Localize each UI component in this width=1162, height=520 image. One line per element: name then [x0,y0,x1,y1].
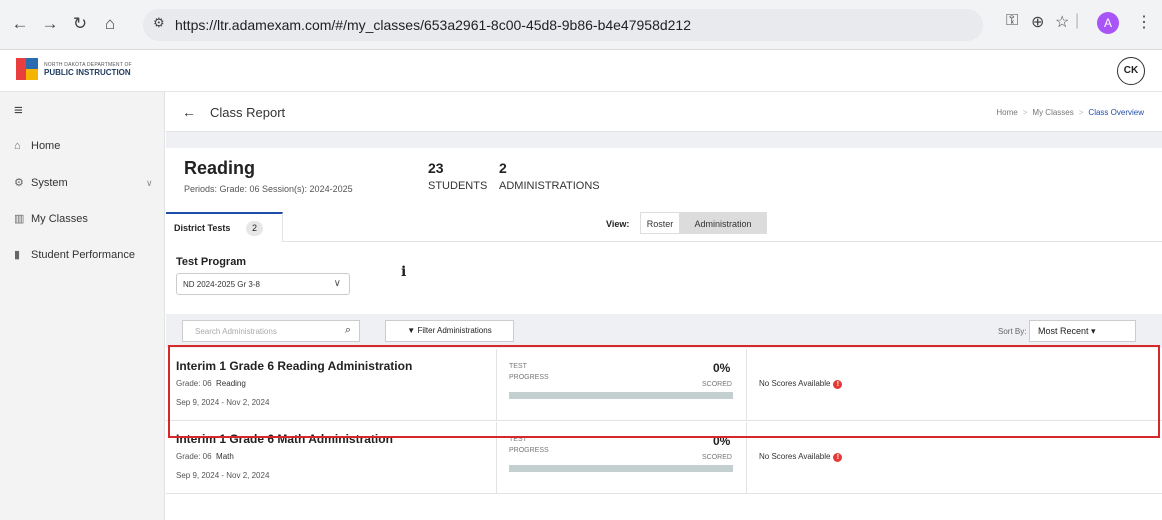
tab-count-badge: 2 [246,221,263,236]
logo-icon [16,58,38,80]
back-arrow-icon[interactable]: ← [8,12,32,36]
progress-bar [509,392,733,399]
url-text[interactable]: https://ltr.adamexam.com/#/my_classes/65… [175,17,691,33]
scored-percent: 0% [713,434,731,448]
administration-dates: Sep 9, 2024 - Nov 2, 2024 [176,398,270,407]
administrations-label: ADMINISTRATIONS [499,180,600,192]
tab-district-tests[interactable]: District Tests 2 [166,212,283,242]
chevron-down-icon: ∨ [333,278,341,289]
no-scores-status: No Scores Available! [759,452,843,462]
toolbar-divider: | [1075,12,1080,29]
warning-icon: ! [833,453,843,462]
forward-arrow-icon[interactable]: → [38,12,62,36]
more-menu-icon[interactable]: ⋮ [1136,12,1152,32]
page-title: Class Report [210,105,286,120]
back-arrow-icon[interactable]: ← [182,104,196,120]
home-icon: ⌂ [14,140,21,152]
home-icon[interactable]: ⌂ [98,12,122,36]
user-avatar[interactable]: CK [1117,57,1145,85]
profile-avatar[interactable]: A [1097,12,1119,34]
scored-percent: 0% [713,361,731,375]
info-icon[interactable]: i [401,264,406,280]
no-scores-status: No Scores Available! [759,379,843,389]
view-roster-button[interactable]: Roster [640,212,680,234]
students-label: STUDENTS [428,180,488,192]
site-settings-icon[interactable]: ⚙ [153,15,165,31]
students-count: 23 [428,160,444,176]
test-program-value: ND 2024-2025 Gr 3-8 [183,280,260,289]
scored-label: SCORED [702,454,732,461]
administration-row[interactable]: Interim 1 Grade 6 Math Administration Gr… [166,422,1162,494]
bar-chart-icon: ▮ [14,249,21,261]
app-header: NORTH DAKOTA DEPARTMENT OF PUBLIC INSTRU… [0,50,1162,92]
tab-label: District Tests [174,223,231,233]
administration-grade: Grade: 06 Math [176,452,234,461]
breadcrumb-class-overview: Class Overview [1088,108,1144,117]
chevron-down-icon[interactable]: ∨ [146,178,153,189]
warning-icon: ! [833,380,843,389]
reload-icon[interactable]: ↻ [68,12,92,36]
class-meta: Periods: Grade: 06 Session(s): 2024-2025 [184,184,353,194]
search-icon[interactable]: ⌕ [345,324,351,337]
class-name: Reading [184,158,256,178]
address-bar[interactable]: ⚙ https://ltr.adamexam.com/#/my_classes/… [143,9,983,41]
test-program-label: Test Program [176,256,247,268]
breadcrumb-my-classes[interactable]: My Classes [1032,108,1073,117]
page-header: ← Class Report Home > My Classes > Class Ove… [166,92,1162,132]
sidebar-item-system[interactable]: ⚙ System [14,176,68,189]
view-administration-button[interactable]: Administration [679,212,767,234]
classes-icon: ▥ [14,213,25,225]
administrations-count: 2 [499,160,507,176]
class-panel: Reading Periods: Grade: 06 Session(s): 2… [166,148,1162,520]
bookmark-star-icon[interactable]: ☆ [1055,12,1069,32]
progress-bar [509,465,733,472]
main-content: ← Class Report Home > My Classes > Class Ove… [166,92,1162,520]
password-key-icon[interactable]: ⚿ [1006,12,1018,30]
sort-label: Sort By: [998,327,1027,336]
administration-row[interactable]: Interim 1 Grade 6 Reading Administration… [166,349,1162,421]
scored-label: SCORED [702,381,732,388]
sidebar-item-my-classes[interactable]: ▥ My Classes [14,212,88,225]
zoom-icon[interactable]: ⊕ [1031,12,1044,32]
sort-dropdown[interactable]: Most Recent ▾ [1029,320,1136,342]
browser-toolbar: ← → ↻ ⌂ ⚙ https://ltr.adamexam.com/#/my_… [0,0,1162,50]
sidebar-item-home[interactable]: ⌂ Home [14,140,60,152]
breadcrumb: Home > My Classes > Class Overview [996,108,1144,117]
filter-icon: ▼ [407,326,416,335]
filter-administrations-button[interactable]: ▼ Filter Administrations [385,320,514,342]
test-program-select[interactable]: ND 2024-2025 Gr 3-8 ∨ [176,273,350,295]
tab-divider [283,241,1162,242]
administration-name[interactable]: Interim 1 Grade 6 Reading Administration [176,359,412,373]
breadcrumb-home[interactable]: Home [996,108,1017,117]
test-progress-label: TEST PROGRESS [509,436,549,454]
logo-title: PUBLIC INSTRUCTION [44,68,131,77]
search-placeholder: Search Administrations [195,327,277,336]
sidebar-item-student-performance[interactable]: ▮ Student Performance [14,248,135,261]
gear-icon: ⚙ [14,177,24,189]
view-label: View: [606,219,630,229]
caret-down-icon: ▾ [1091,326,1096,336]
search-administrations-input[interactable]: Search Administrations ⌕ [182,320,360,342]
filter-bar: Search Administrations ⌕ ▼ Filter Admini… [166,314,1162,348]
administration-name[interactable]: Interim 1 Grade 6 Math Administration [176,432,393,446]
sidebar: ≡ ⌂ Home ⚙ System ∨ ▥ My Classes ▮ Student P… [0,92,165,520]
administration-grade: Grade: 06 Reading [176,379,246,388]
test-progress-label: TEST PROGRESS [509,363,549,381]
menu-toggle-icon[interactable]: ≡ [14,102,23,119]
administration-dates: Sep 9, 2024 - Nov 2, 2024 [176,471,270,480]
